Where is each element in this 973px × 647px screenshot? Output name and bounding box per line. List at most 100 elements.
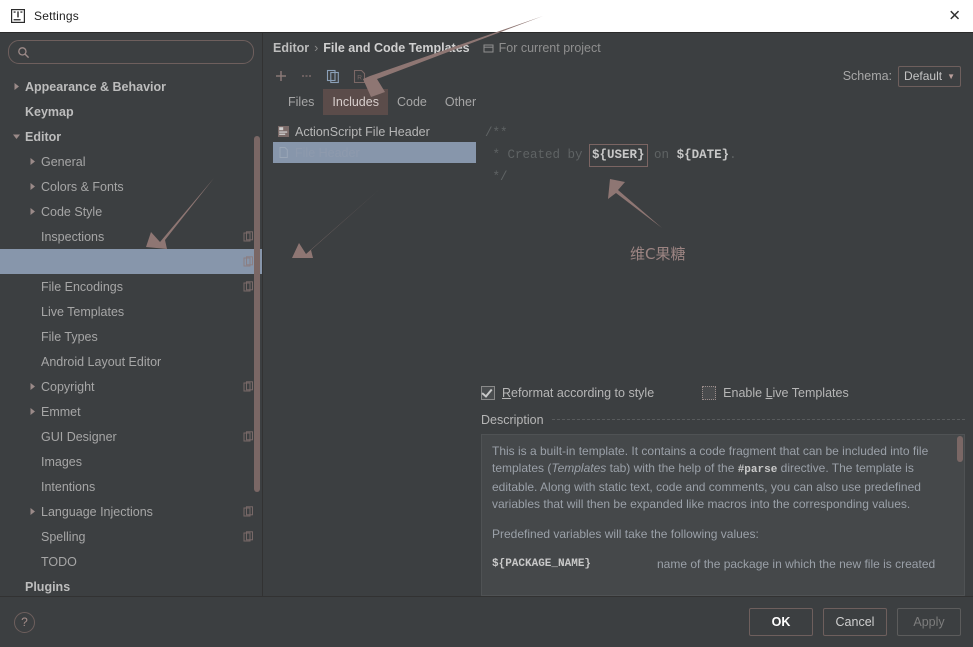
sidebar-scrollbar-thumb[interactable]	[254, 136, 260, 492]
tab-other[interactable]: Other	[436, 89, 485, 115]
project-scope-badge-icon	[243, 231, 254, 242]
minus-icon[interactable]	[299, 68, 315, 84]
sidebar-item-images[interactable]: Images	[0, 449, 262, 474]
sidebar-item-label: Live Templates	[41, 304, 125, 319]
description-scrollbar[interactable]	[957, 436, 963, 586]
templates-main: ActionScript File Header File Header /** …	[273, 115, 965, 596]
live-templates-label-post: ive Templates	[772, 386, 849, 400]
project-scope-badge-icon	[243, 381, 254, 392]
sidebar-item-label: Code Style	[41, 204, 103, 219]
sidebar-item-general[interactable]: General	[0, 149, 262, 174]
editor-text: /**	[485, 126, 508, 140]
copy-template-icon[interactable]	[325, 68, 341, 84]
sidebar-item-android-layout-editor[interactable]: Android Layout Editor	[0, 349, 262, 374]
settings-detail-pane: Editor › File and Code Templates For cur…	[263, 33, 973, 596]
variable-name: ${PACKAGE_NAME}	[492, 558, 592, 570]
live-templates-checkbox-box[interactable]	[702, 386, 717, 400]
sidebar-item-label: Inspections	[41, 229, 105, 244]
template-list-item[interactable]: ActionScript File Header	[273, 121, 476, 142]
template-options-row: Reformat according to style Enable Live …	[273, 378, 965, 408]
dialog-footer: ? OK Cancel Apply	[0, 596, 973, 647]
chevron-right-icon[interactable]	[26, 182, 38, 191]
reformat-checkbox[interactable]: Reformat according to style	[481, 386, 654, 400]
sidebar-item-keymap[interactable]: Keymap	[0, 99, 262, 124]
search-input[interactable]	[35, 45, 245, 59]
dialog-content: Appearance & Behavior Keymap Editor General…	[0, 32, 973, 596]
chevron-right-icon[interactable]	[26, 407, 38, 416]
chevron-down-icon[interactable]	[10, 132, 22, 141]
description-variable-row: ${PACKAGE_NAME} name of the package in w…	[492, 556, 952, 573]
sidebar-item-plugins[interactable]: Plugins	[0, 574, 262, 596]
reformat-label-rest: eformat according to style	[511, 386, 655, 400]
sidebar-item-inspections[interactable]: Inspections	[0, 224, 262, 249]
sidebar-item-label: Keymap	[25, 104, 74, 119]
plus-icon[interactable]	[273, 68, 289, 84]
sidebar-item-emmet[interactable]: Emmet	[0, 399, 262, 424]
sidebar-item-editor[interactable]: Editor	[0, 124, 262, 149]
sidebar-item-label: Appearance & Behavior	[25, 79, 167, 94]
description-scrollbar-thumb[interactable]	[957, 436, 963, 462]
sidebar-item-todo[interactable]: TODO	[0, 549, 262, 574]
ok-button[interactable]: OK	[749, 608, 813, 636]
chevron-right-icon[interactable]	[10, 82, 22, 91]
editor-line: * Created by ${USER} on ${DATE}.	[485, 144, 959, 167]
search-container	[0, 33, 262, 70]
breadcrumb-scope-text: For current project	[498, 41, 601, 55]
sidebar-item-spelling[interactable]: Spelling	[0, 524, 262, 549]
sidebar-item-label: Images	[41, 454, 82, 469]
reformat-checkbox-box[interactable]	[481, 386, 495, 400]
chevron-right-icon[interactable]	[26, 207, 38, 216]
sidebar-item-code-style[interactable]: Code Style	[0, 199, 262, 224]
template-editor[interactable]: /** * Created by ${USER} on ${DATE}. */	[477, 115, 965, 378]
sidebar-item-live-templates[interactable]: Live Templates	[0, 299, 262, 324]
chevron-down-icon: ▼	[947, 71, 955, 81]
sidebar-item-language-injections[interactable]: Language Injections	[0, 499, 262, 524]
chevron-right-icon[interactable]	[26, 157, 38, 166]
settings-dialog: Settings ✕ Appearance & Behavior Keymap …	[0, 0, 973, 647]
sidebar-item-colors-fonts[interactable]: Colors & Fonts	[0, 174, 262, 199]
description-title: Description	[481, 413, 544, 427]
sidebar-item-file-encodings[interactable]: File Encodings	[0, 274, 262, 299]
variable-description: name of the package in which the new fil…	[657, 557, 936, 571]
close-icon[interactable]: ✕	[948, 9, 961, 24]
template-list-item[interactable]: File Header	[273, 142, 476, 163]
apply-button[interactable]: Apply	[897, 608, 961, 636]
intellij-logo-icon	[10, 8, 26, 24]
cancel-button[interactable]: Cancel	[823, 608, 887, 636]
chevron-right-icon[interactable]	[26, 382, 38, 391]
tab-includes[interactable]: Includes	[323, 89, 388, 115]
sidebar-item-label: TODO	[41, 554, 77, 569]
description-paragraph-2: Predefined variables will take the follo…	[492, 527, 759, 541]
project-scope-badge-icon	[243, 281, 254, 292]
sidebar-item-appearance-behavior[interactable]: Appearance & Behavior	[0, 74, 262, 99]
sidebar-item-copyright[interactable]: Copyright	[0, 374, 262, 399]
sidebar-item-label: Colors & Fonts	[41, 179, 124, 194]
chevron-right-icon[interactable]	[26, 507, 38, 516]
sidebar-scrollbar[interactable]	[254, 74, 260, 492]
schema-dropdown[interactable]: Default ▼	[898, 65, 961, 87]
editor-variable-date-token[interactable]: ${DATE}	[677, 145, 730, 166]
breadcrumb-parent[interactable]: Editor	[273, 41, 309, 55]
sidebar-item-gui-designer[interactable]: GUI Designer	[0, 424, 262, 449]
live-templates-checkbox-label: Enable Live Templates	[723, 386, 849, 400]
template-list-item-label: ActionScript File Header	[295, 124, 430, 139]
tab-code[interactable]: Code	[388, 89, 436, 115]
live-templates-checkbox[interactable]: Enable Live Templates	[702, 386, 849, 400]
desc-p1-mono: #parse	[737, 464, 778, 476]
file-header-icon	[277, 146, 290, 159]
sidebar-item-file-types[interactable]: File Types	[0, 324, 262, 349]
search-box[interactable]	[8, 40, 254, 64]
template-category-tabs: Files Includes Code Other	[273, 89, 965, 115]
editor-text: */	[485, 170, 508, 184]
schema-label: Schema:	[842, 69, 893, 83]
template-list: ActionScript File Header File Header	[273, 115, 477, 378]
description-divider	[551, 419, 965, 421]
settings-tree: Appearance & Behavior Keymap Editor General…	[0, 70, 262, 596]
search-icon	[17, 46, 30, 59]
sidebar-item-intentions[interactable]: Intentions	[0, 474, 262, 499]
sidebar-item-selected[interactable]	[0, 249, 262, 274]
editor-variable-user-token[interactable]: ${USER}	[589, 144, 648, 167]
tab-files[interactable]: Files	[279, 89, 323, 115]
help-icon[interactable]: ?	[14, 611, 35, 633]
reset-template-icon[interactable]: R	[351, 68, 367, 84]
